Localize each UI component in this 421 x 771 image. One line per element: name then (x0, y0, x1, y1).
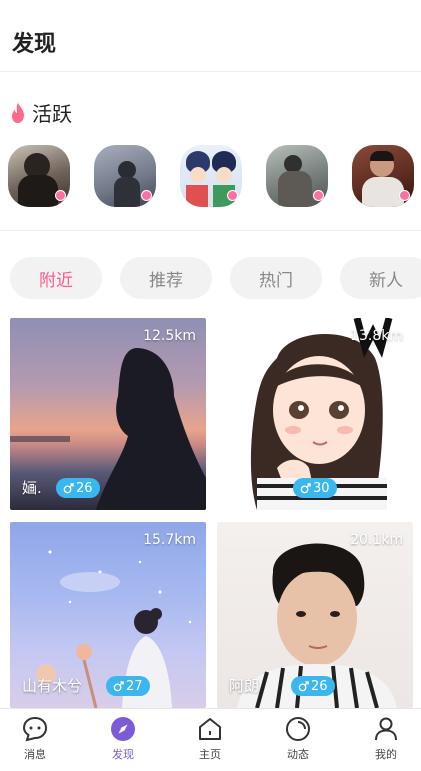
section-divider (0, 230, 421, 231)
story-avatar[interactable] (352, 145, 414, 207)
online-indicator (227, 190, 238, 201)
nav-moments[interactable]: 动态 (268, 715, 328, 771)
story-avatar[interactable] (266, 145, 328, 207)
profile-icon (375, 717, 397, 741)
nav-label: 发现 (112, 748, 134, 761)
moments-icon (286, 717, 310, 741)
tab-nearby[interactable]: 附近 (10, 257, 102, 299)
story-avatar[interactable] (180, 145, 242, 207)
nav-profile[interactable]: 我的 (356, 715, 416, 771)
male-icon (113, 680, 124, 691)
online-indicator (399, 190, 410, 201)
tab-newcomers[interactable]: 新人 (340, 257, 421, 299)
page-header: 发现 (0, 0, 421, 72)
user-card[interactable]: 13.8km 30 (217, 318, 413, 510)
tab-recommended[interactable]: 推荐 (120, 257, 212, 299)
distance-label: 12.5km (143, 328, 196, 344)
nav-discover[interactable]: 发现 (93, 715, 153, 771)
nav-label: 我的 (375, 748, 397, 761)
nav-label: 动态 (287, 748, 309, 761)
nav-label: 消息 (24, 748, 46, 761)
online-indicator (141, 190, 152, 201)
tab-popular[interactable]: 热门 (230, 257, 322, 299)
user-card[interactable]: 20.1km 阿朗 26 (217, 522, 413, 708)
user-name: 婳. (22, 479, 42, 497)
page-title: 发现 (12, 32, 57, 57)
story-avatar[interactable] (94, 145, 156, 207)
user-card[interactable]: 12.5km 婳. 26 (10, 318, 206, 510)
distance-label: 20.1km (350, 532, 403, 548)
age-value: 26 (76, 480, 93, 496)
age-badge: 26 (56, 478, 100, 498)
message-icon (22, 716, 48, 742)
active-section-header: 活跃 (10, 98, 72, 127)
age-badge: 26 (291, 676, 335, 696)
age-badge: 27 (106, 676, 150, 696)
male-icon (300, 482, 311, 493)
age-value: 27 (126, 678, 143, 694)
distance-label: 13.8km (350, 328, 403, 344)
nav-label: 主页 (199, 748, 221, 761)
active-users-row (8, 145, 421, 209)
story-avatar[interactable] (8, 145, 70, 207)
bottom-nav: 消息 发现 主页 动态 我的 (0, 708, 421, 771)
user-name: 阿朗 (229, 677, 260, 695)
male-icon (298, 680, 309, 691)
flame-icon (12, 102, 24, 123)
male-icon (63, 482, 74, 493)
filter-tabs: 附近 推荐 热门 新人 (10, 257, 421, 299)
nav-home[interactable]: 主页 (180, 715, 240, 771)
distance-label: 15.7km (143, 532, 196, 548)
compass-icon (111, 717, 135, 741)
home-icon (199, 718, 221, 740)
online-indicator (313, 190, 324, 201)
age-value: 26 (311, 678, 328, 694)
nav-messages[interactable]: 消息 (5, 715, 65, 771)
age-value: 30 (313, 480, 330, 496)
online-indicator (55, 190, 66, 201)
active-section-title: 活跃 (32, 102, 72, 126)
user-name: 山有木兮 (22, 677, 83, 695)
age-badge: 30 (293, 478, 337, 498)
user-card[interactable]: 15.7km 山有木兮 27 (10, 522, 206, 708)
